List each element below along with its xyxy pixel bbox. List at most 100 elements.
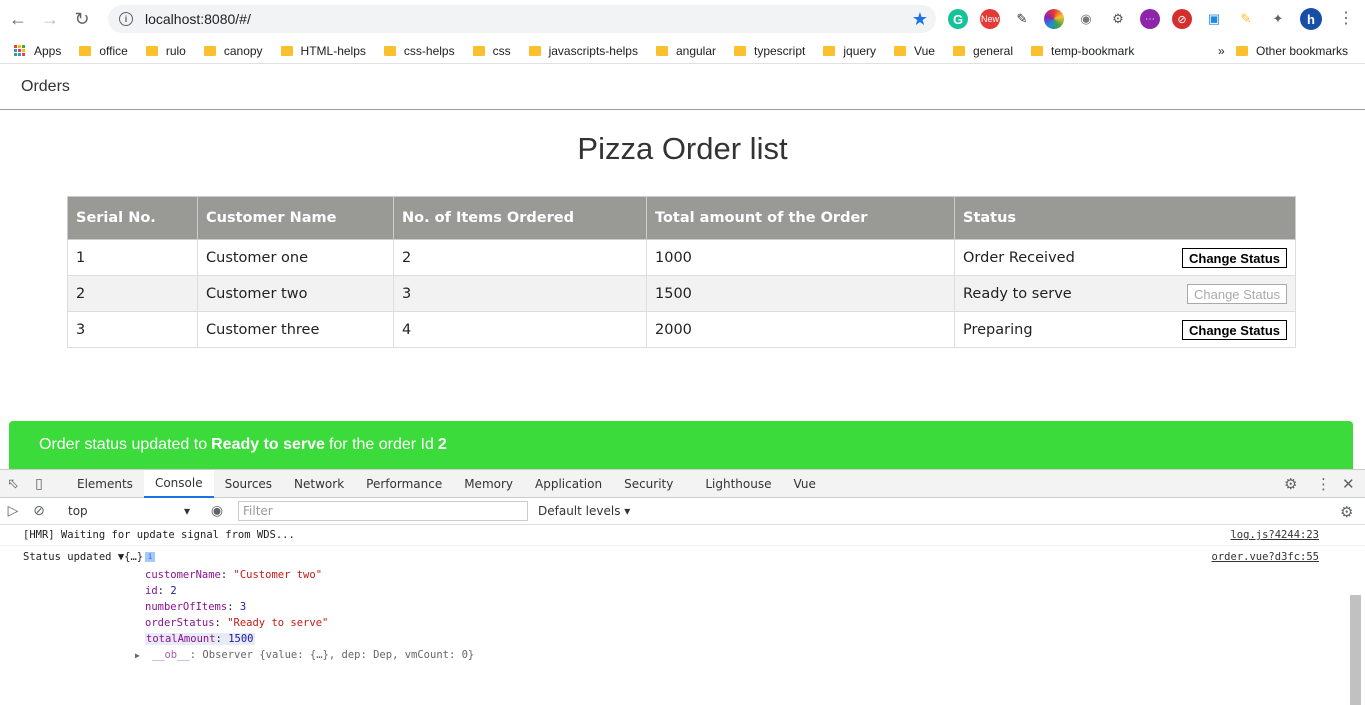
alert-prefix: Order status updated to [39, 436, 208, 453]
extension-purple-icon[interactable]: ⋯ [1140, 9, 1160, 29]
bookmark-label: office [99, 43, 128, 58]
tab-elements[interactable]: Elements [66, 470, 144, 498]
bookmark-angular[interactable]: angular [655, 44, 716, 58]
bookmark-label: Other bookmarks [1256, 43, 1349, 58]
forward-icon[interactable]: → [36, 5, 64, 33]
grammarly-icon[interactable]: G [948, 9, 968, 29]
address-url[interactable]: localhost:8080/#/ [145, 11, 251, 27]
browser-toolbar: ← → ↻ i localhost:8080/#/ ★ G New ✎ ◉ ⚙ … [0, 0, 1365, 38]
tab-sources[interactable]: Sources [214, 470, 283, 498]
object-property[interactable]: ▶ __ob__: Observer {value: {…}, dep: Dep,… [135, 647, 1365, 663]
bookmark-css[interactable]: css [472, 44, 511, 58]
bookmark-typescript[interactable]: typescript [734, 44, 805, 58]
cell-total: 1500 [646, 275, 955, 312]
nav-orders-link[interactable]: Orders [21, 78, 70, 96]
cell-serial: 3 [67, 311, 198, 348]
default-levels-dropdown[interactable]: Default levels ▾ [538, 504, 630, 518]
console-scrollbar[interactable] [1350, 595, 1361, 705]
bookmark-canopy[interactable]: canopy [203, 44, 263, 58]
pencil-extension-icon[interactable]: ✎ [1236, 9, 1256, 29]
console-settings-icon[interactable]: ⚙ [1340, 498, 1353, 526]
inspect-element-icon[interactable]: ⬁ [0, 470, 26, 498]
console-sidebar-icon[interactable]: ▷ [0, 497, 26, 525]
console-output: [HMR] Waiting for update signal from WDS… [0, 525, 1365, 705]
devtools-tabbar: ⬁ ▯ Elements Console Sources Network Per… [0, 469, 1365, 498]
more-bookmarks-button[interactable]: » [1218, 44, 1225, 58]
device-toolbar-icon[interactable]: ▯ [26, 470, 52, 498]
address-bar[interactable]: i localhost:8080/#/ ★ [108, 5, 936, 33]
devtools-menu-icon[interactable]: ⋮ [1316, 470, 1331, 498]
property-value: "Customer two" [233, 569, 323, 581]
status-text: Ready to serve [963, 285, 1072, 302]
bookmark-jquery[interactable]: jquery [823, 44, 876, 58]
browser-menu-icon[interactable]: ⋮ [1338, 8, 1354, 28]
folder-icon [952, 45, 965, 56]
bookmark-temp-bookmark[interactable]: temp-bookmark [1030, 44, 1134, 58]
extension-new-icon[interactable]: New [980, 9, 1000, 29]
context-select[interactable]: top ▾ [64, 501, 194, 521]
bookmark-label: jquery [843, 43, 877, 58]
console-source-link[interactable]: log.js?4244:23 [1230, 529, 1319, 541]
property-key: __ob__ [151, 649, 190, 661]
bookmark-rulo[interactable]: rulo [145, 44, 186, 58]
bookmarks-bar: Apps office rulo canopy HTML-helps css-h… [0, 38, 1365, 64]
eyedropper-icon[interactable]: ✎ [1012, 9, 1032, 29]
tab-console[interactable]: Console [143, 469, 214, 498]
bookmark-html-helps[interactable]: HTML-helps [280, 44, 366, 58]
tab-vue[interactable]: Vue [783, 470, 827, 498]
chevron-down-icon: ▾ [183, 504, 190, 518]
bookmark-vue[interactable]: Vue [894, 44, 935, 58]
bookmark-javascripts-helps[interactable]: javascripts-helps [528, 43, 638, 58]
console-filter-input[interactable]: Filter [238, 501, 528, 521]
color-wheel-icon[interactable] [1044, 9, 1064, 29]
back-icon[interactable]: ← [4, 5, 32, 33]
change-status-button[interactable]: Change Status [1181, 248, 1287, 268]
devtools-panel: ⬁ ▯ Elements Console Sources Network Per… [0, 469, 1365, 705]
property-key: totalAmount [146, 633, 216, 645]
devtools-settings-icon[interactable]: ⚙ [1284, 470, 1297, 498]
other-bookmarks[interactable]: Other bookmarks [1236, 44, 1348, 58]
puzzle-icon[interactable]: ✦ [1268, 9, 1288, 29]
clear-console-icon[interactable]: ⊘ [26, 497, 52, 525]
bookmark-apps[interactable]: Apps [14, 44, 61, 58]
bookmark-label: javascripts-helps [548, 43, 638, 58]
live-expression-eye-icon[interactable]: ◉ [204, 497, 230, 525]
tab-lighthouse[interactable]: Lighthouse [694, 470, 782, 498]
folder-icon [894, 45, 907, 56]
property-key: customerName [145, 569, 221, 581]
folder-icon [383, 45, 396, 56]
gear-extension-icon[interactable]: ⚙ [1108, 9, 1128, 29]
bookmark-css-helps[interactable]: css-helps [383, 44, 455, 58]
property-key: id [145, 585, 158, 597]
bookmark-office[interactable]: office [79, 43, 128, 58]
header-items: No. of Items Ordered [393, 196, 647, 240]
bookmark-star-icon[interactable]: ★ [912, 9, 928, 30]
profile-avatar[interactable]: h [1300, 8, 1322, 30]
tab-performance[interactable]: Performance [355, 470, 453, 498]
extension-red-icon[interactable]: ⊘ [1172, 9, 1192, 29]
cell-total: 1000 [646, 239, 955, 276]
alert-order-id: 2 [437, 436, 447, 453]
bookmark-label: Vue [914, 43, 935, 58]
window-extension-icon[interactable]: ▣ [1204, 9, 1224, 29]
change-status-button[interactable]: Change Status [1181, 320, 1287, 340]
tab-security[interactable]: Security [613, 470, 684, 498]
devtools-close-icon[interactable]: ✕ [1342, 470, 1355, 498]
folder-icon [145, 45, 158, 56]
tab-memory[interactable]: Memory [453, 470, 524, 498]
info-icon[interactable]: i [119, 12, 133, 26]
expand-triangle-icon[interactable]: ▶ [135, 651, 140, 660]
console-source-link[interactable]: order.vue?d3fc:55 [1212, 551, 1319, 563]
table-header-row: Serial No. Customer Name No. of Items Or… [67, 196, 1296, 240]
change-status-button: Change Status [1186, 284, 1287, 304]
object-property: numberOfItems: 3 [145, 601, 247, 613]
console-text[interactable]: Status updated ▼{…} [23, 551, 143, 563]
status-text: Preparing [963, 321, 1033, 338]
property-key: numberOfItems [145, 601, 228, 613]
folder-icon [1030, 45, 1043, 56]
bookmark-general[interactable]: general [952, 44, 1013, 58]
camera-icon[interactable]: ◉ [1076, 9, 1096, 29]
tab-application[interactable]: Application [524, 470, 613, 498]
tab-network[interactable]: Network [283, 470, 355, 498]
reload-icon[interactable]: ↻ [68, 5, 96, 33]
